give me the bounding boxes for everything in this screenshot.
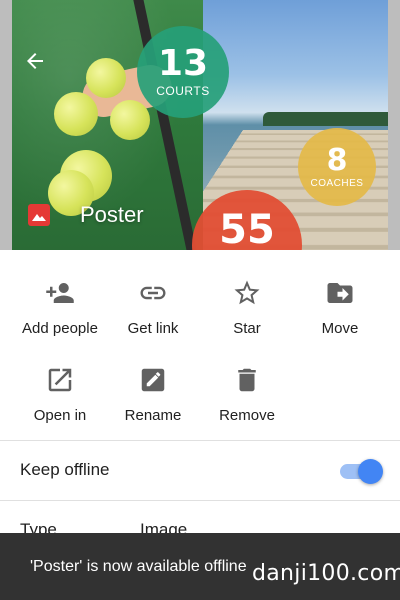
get-link-button[interactable]: Get link [103,278,203,337]
move-label: Move [321,320,359,337]
coaches-stat-badge: 8 COACHES [298,128,376,206]
keep-offline-label: Keep offline [20,460,110,479]
third-stat-count: 55 [219,207,275,250]
rename-button[interactable]: Rename [103,365,203,424]
rename-label: Rename [124,407,182,424]
open-in-new-icon [48,368,72,392]
watermark-text: danji100.com [252,561,400,586]
file-preview: 13 COURTS 8 COACHES 55 Poster [0,0,400,250]
file-title: Poster [80,202,144,227]
person-add-icon [46,283,74,303]
open-in-button[interactable]: Open in [10,365,110,424]
section-divider [0,500,400,501]
file-title-row: Poster [28,200,144,230]
toggle-thumb [358,459,383,484]
star-button[interactable]: Star [197,278,297,337]
back-button[interactable] [18,44,52,78]
courts-stat-badge: 13 COURTS [137,26,229,118]
trash-icon [238,368,256,392]
edit-icon [141,368,165,392]
remove-button[interactable]: Remove [197,365,297,424]
open-in-label: Open in [33,407,87,424]
file-actions-grid: Add people Get link Star Move Open in Re… [0,250,400,440]
add-people-button[interactable]: Add people [10,278,110,337]
remove-label: Remove [219,407,275,424]
add-people-label: Add people [22,320,98,337]
keep-offline-toggle[interactable] [338,459,384,484]
snackbar-message: 'Poster' is now available offline [30,557,247,575]
courts-label: COURTS [156,84,210,98]
star-label: Star [233,320,261,337]
image-file-icon [28,204,50,226]
arrow-back-icon [27,53,43,69]
coaches-count: 8 [326,142,348,178]
star-outline-icon [234,280,260,305]
get-link-label: Get link [127,320,179,337]
keep-offline-row[interactable]: Keep offline [0,441,400,499]
move-to-folder-icon [327,283,353,303]
move-button[interactable]: Move [290,278,390,337]
coaches-label: COACHES [310,177,364,189]
courts-count: 13 [157,43,209,84]
link-icon [140,286,166,300]
